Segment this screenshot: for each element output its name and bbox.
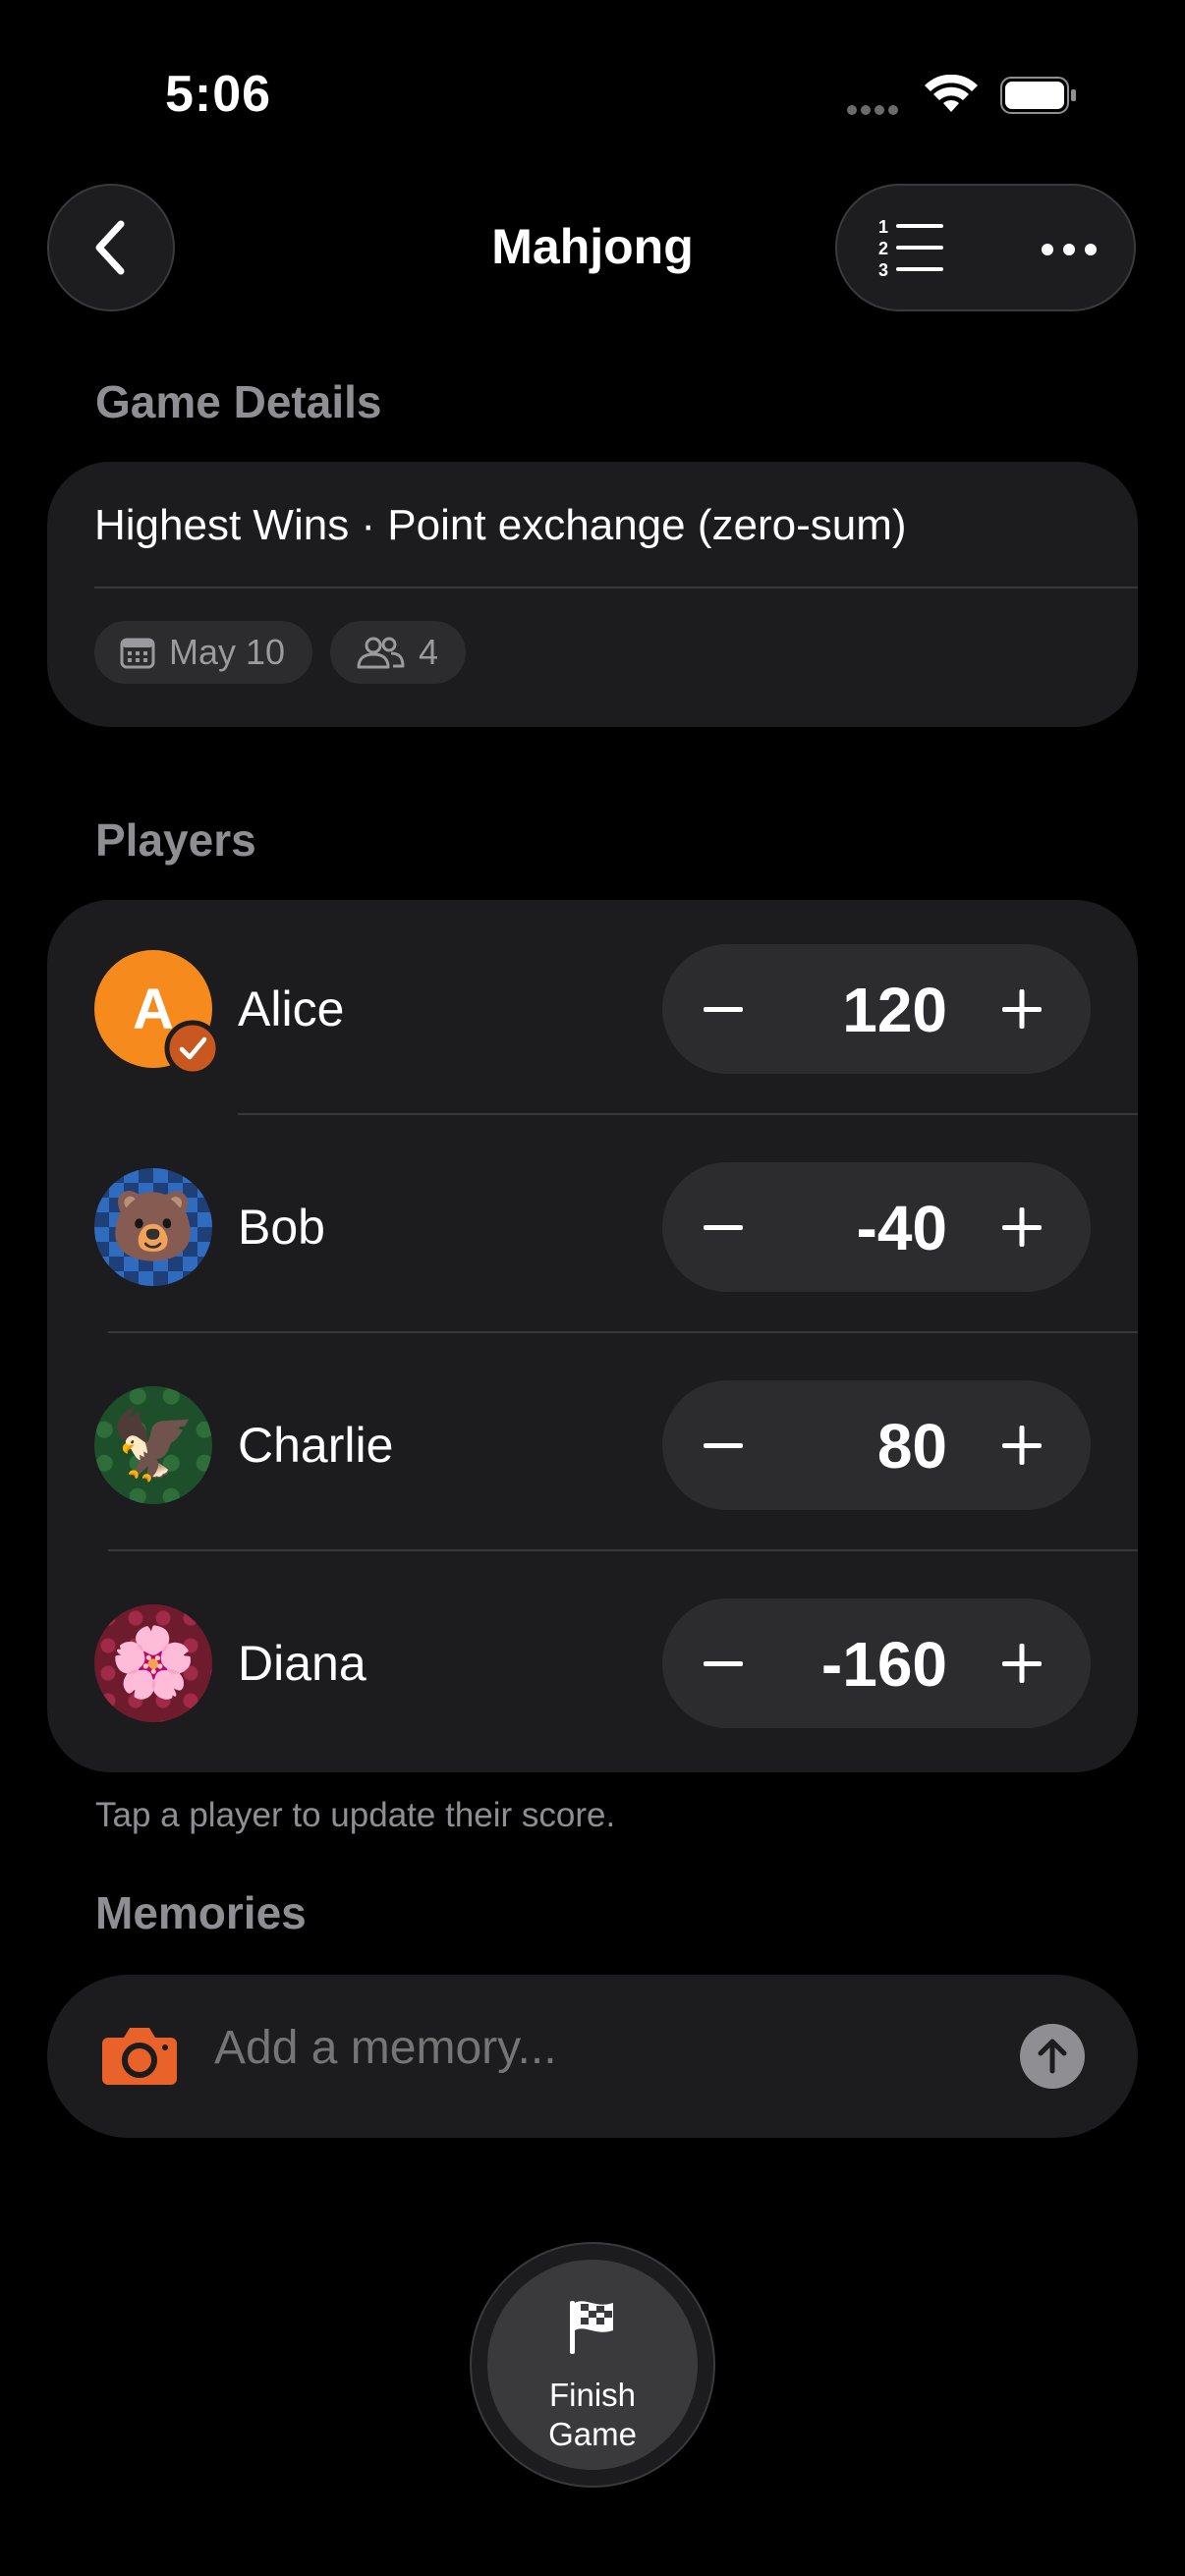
minus-icon[interactable] [704, 1426, 743, 1465]
divider [108, 1331, 1138, 1333]
cellular-signal-icon [847, 102, 902, 120]
finish-game-button[interactable]: Finish Game [470, 2242, 715, 2488]
memory-composer [47, 1975, 1138, 2138]
camera-icon[interactable] [100, 2024, 179, 2087]
player-count-chip[interactable]: 4 [330, 621, 467, 684]
player-name: Bob [238, 1200, 325, 1255]
eagle-emoji: 🦅 [110, 1406, 197, 1483]
memories-header: Memories [95, 1887, 307, 1938]
players-hint: Tap a player to update their score. [95, 1796, 616, 1834]
score-stepper: -160 [662, 1598, 1091, 1728]
player-name: Charlie [238, 1418, 394, 1473]
finish-label-line1: Finish [548, 2377, 637, 2413]
battery-icon [1000, 77, 1076, 114]
plus-icon[interactable] [1002, 1426, 1042, 1465]
toolbar-pill: 1 2 3 [835, 184, 1136, 311]
player-row-alice[interactable]: A Alice 120 [47, 900, 1138, 1118]
score-stepper: -40 [662, 1162, 1091, 1292]
score-value: -40 [856, 1193, 948, 1263]
svg-text:1: 1 [878, 217, 888, 237]
score-value: 80 [876, 1411, 947, 1482]
calendar-icon [120, 638, 155, 669]
divider [108, 1549, 1138, 1551]
flower-emoji: 🌸 [110, 1624, 197, 1701]
finish-game-inner: Finish Game [487, 2260, 698, 2470]
players-card: A Alice 120 🐻 Bob -40 🦅 Charlie 80 🌸 Dia… [47, 900, 1138, 1772]
game-details-header: Game Details [95, 376, 382, 427]
player-row-charlie[interactable]: 🦅 Charlie 80 [47, 1336, 1138, 1554]
bear-avatar: 🐻 [94, 1168, 212, 1286]
player-name: Diana [238, 1636, 367, 1691]
bear-emoji: 🐻 [110, 1188, 197, 1264]
player-count-label: 4 [419, 632, 439, 672]
eagle-avatar: 🦅 [94, 1386, 212, 1504]
memory-input[interactable] [212, 2020, 1022, 2076]
date-label: May 10 [169, 632, 286, 672]
divider [238, 1113, 1138, 1115]
svg-text:A: A [133, 978, 174, 1041]
player-row-diana[interactable]: 🌸 Diana -160 [47, 1554, 1138, 1772]
letter-a-avatar: A [94, 950, 221, 1077]
flower-avatar: 🌸 [94, 1604, 212, 1722]
more-icon[interactable] [1040, 235, 1099, 264]
minus-icon[interactable] [704, 989, 743, 1029]
game-details-card[interactable]: Highest Wins · Point exchange (zero-sum)… [47, 462, 1138, 727]
finish-game-label: Finish Game [487, 2376, 698, 2454]
status-time: 5:06 [165, 66, 272, 123]
plus-icon[interactable] [1002, 1644, 1042, 1683]
plus-icon[interactable] [1002, 1207, 1042, 1247]
finish-label-line2: Game [548, 2416, 637, 2452]
svg-text:3: 3 [878, 260, 888, 278]
game-summary: Highest Wins · Point exchange (zero-sum) [94, 501, 907, 549]
minus-icon[interactable] [704, 1644, 743, 1683]
score-value: -160 [820, 1629, 947, 1700]
player-name: Alice [238, 981, 345, 1036]
numbered-list-icon[interactable]: 1 2 3 [876, 215, 945, 278]
checkered-flag-icon [570, 2301, 613, 2354]
players-header: Players [95, 814, 256, 866]
svg-text:2: 2 [878, 239, 888, 258]
date-chip[interactable]: May 10 [94, 621, 313, 684]
score-value: 120 [842, 975, 947, 1045]
score-stepper: 120 [662, 944, 1091, 1074]
minus-icon[interactable] [704, 1207, 743, 1247]
player-row-bob[interactable]: 🐻 Bob -40 [47, 1118, 1138, 1336]
plus-icon[interactable] [1002, 989, 1042, 1029]
wifi-icon [925, 75, 978, 112]
score-stepper: 80 [662, 1380, 1091, 1510]
arrow-up-icon [1038, 2039, 1067, 2074]
send-button[interactable] [1020, 2024, 1085, 2089]
divider [94, 587, 1138, 588]
people-icon [357, 637, 405, 669]
